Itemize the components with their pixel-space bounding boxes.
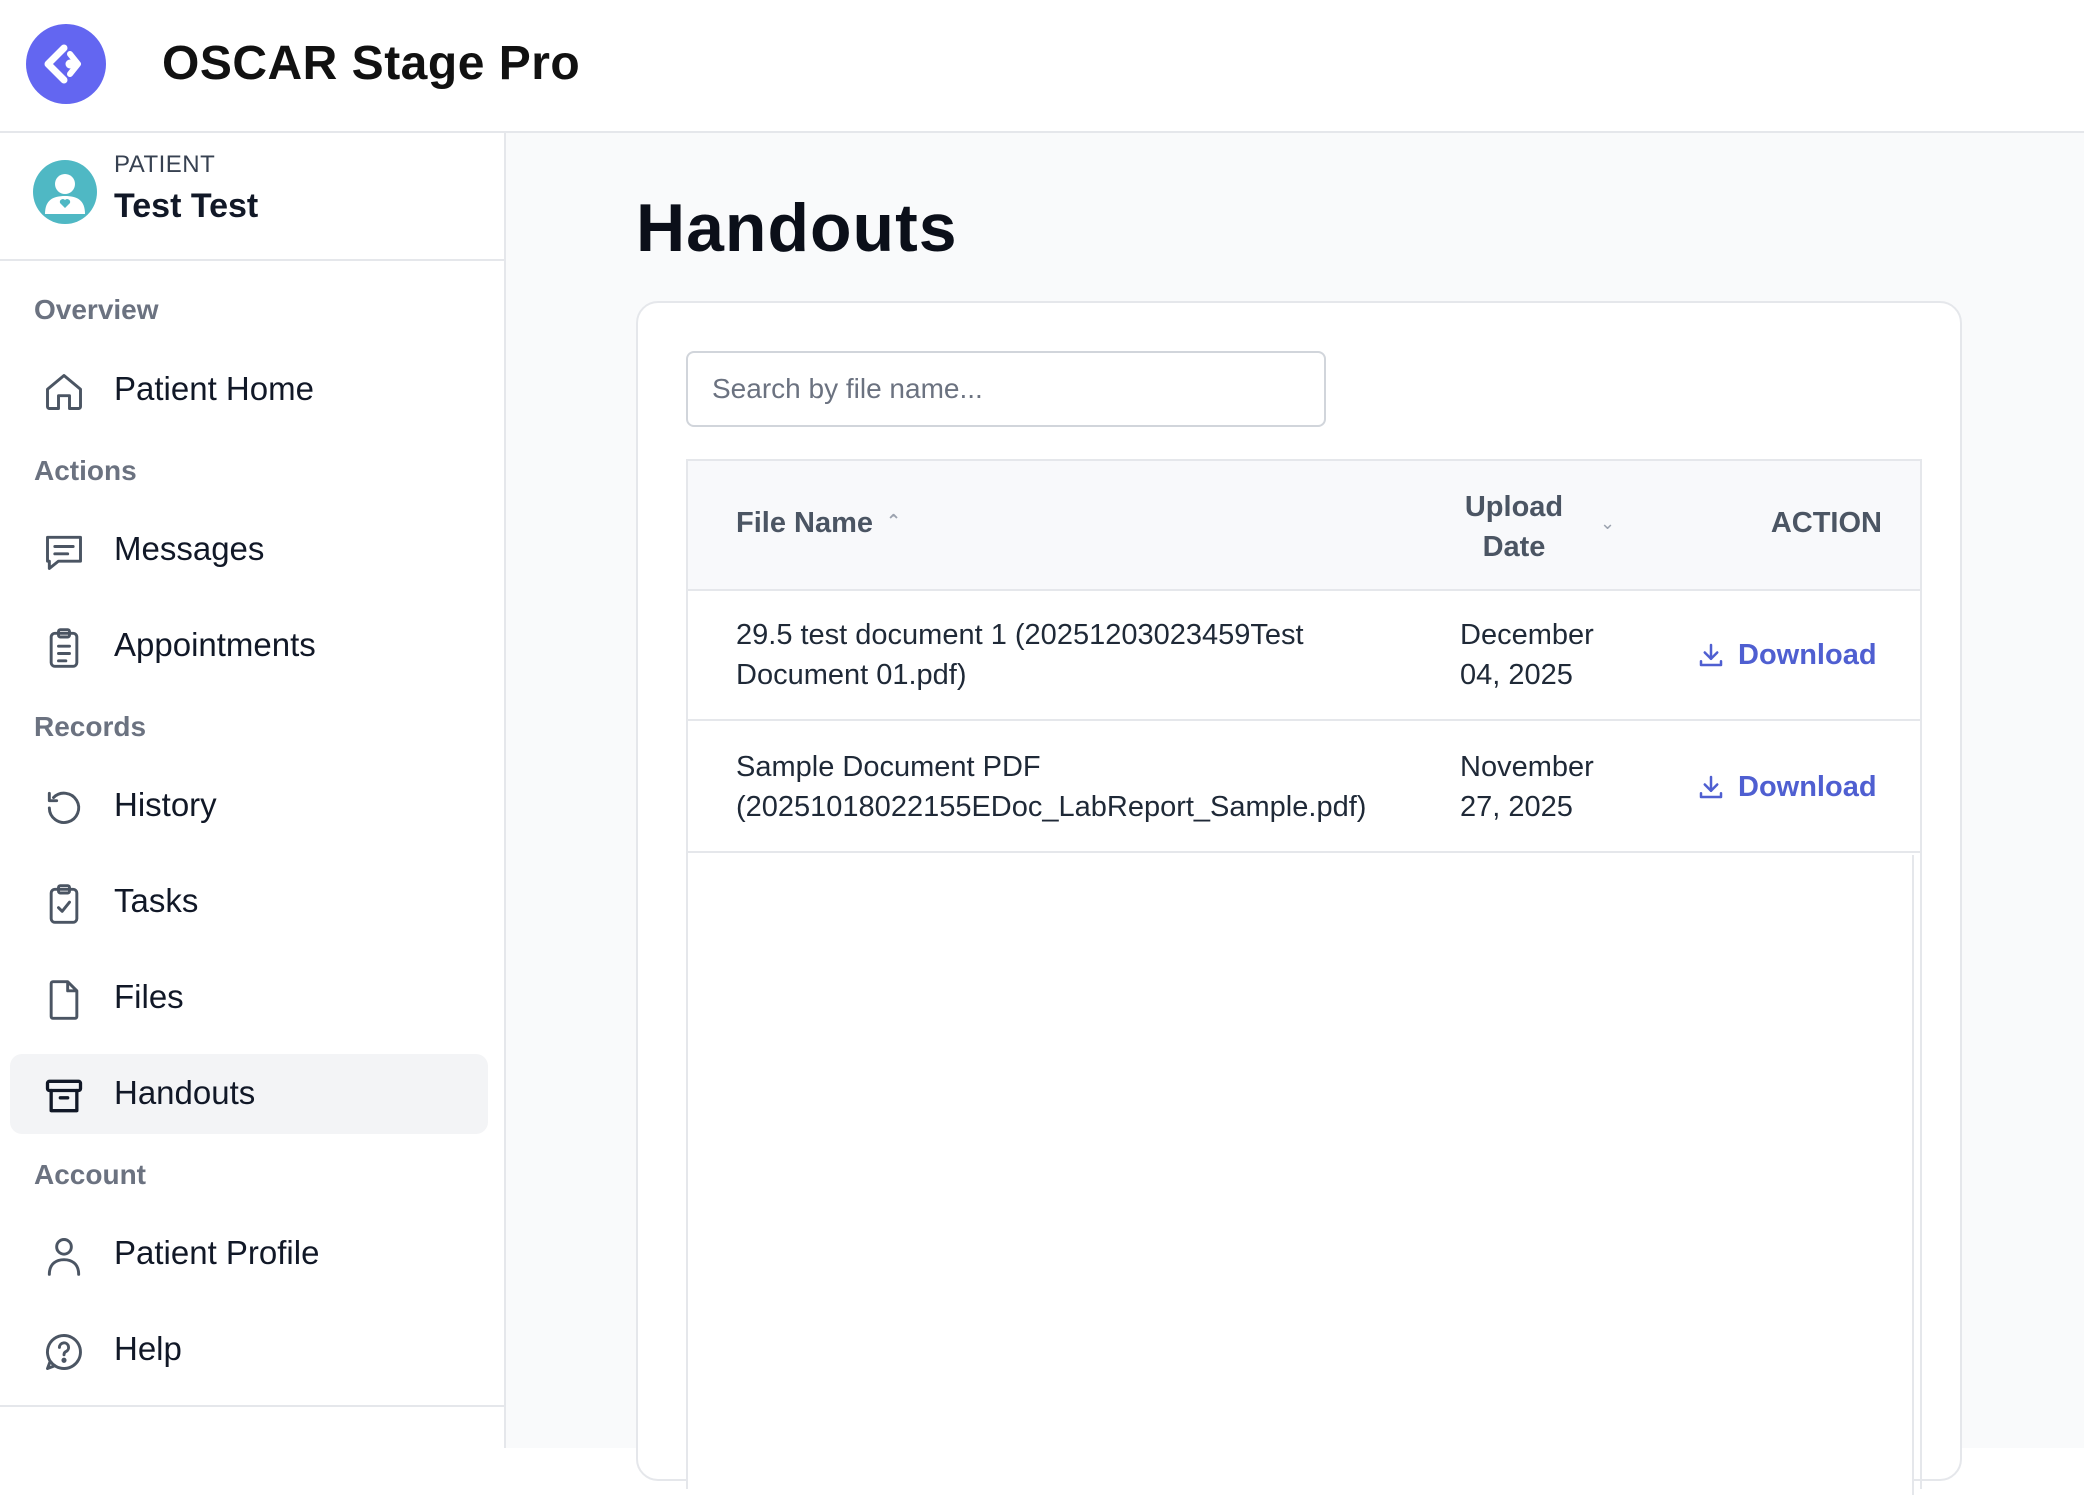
- archive-icon: [45, 1079, 83, 1113]
- sidebar-item-label: Appointments: [114, 626, 316, 663]
- table-row: Sample Document PDF (20251018022155EDoc_…: [688, 723, 1920, 853]
- table-row: 29.5 test document 1 (20251203023459Test…: [688, 591, 1920, 721]
- patient-header: PATIENT Test Test: [0, 133, 504, 261]
- download-label: Download: [1738, 770, 1877, 803]
- search-input[interactable]: [686, 351, 1326, 427]
- page-title: Handouts: [636, 190, 958, 266]
- sidebar-item-handouts[interactable]: Handouts: [10, 1054, 488, 1134]
- patient-avatar-icon: [33, 160, 97, 224]
- history-icon: [47, 791, 81, 824]
- sidebar-item-patient-home[interactable]: Patient Home: [10, 350, 488, 430]
- app-title: OSCAR Stage Pro: [162, 37, 581, 90]
- clipboard-check-icon: [49, 884, 79, 924]
- sidebar-item-label: Files: [114, 978, 184, 1015]
- sidebar-item-messages[interactable]: Messages: [10, 510, 488, 590]
- column-header-upload-date[interactable]: Upload Date: [1454, 487, 1574, 567]
- sidebar-item-files[interactable]: Files: [10, 958, 488, 1038]
- sidebar-item-label: Patient Home: [114, 370, 314, 407]
- sidebar-item-patient-profile[interactable]: Patient Profile: [10, 1214, 488, 1294]
- download-button[interactable]: Download: [1696, 635, 1877, 675]
- sidebar-item-label: Messages: [114, 530, 265, 567]
- sidebar-item-tasks[interactable]: Tasks: [10, 862, 488, 942]
- download-icon: [1699, 775, 1723, 799]
- app-logo-icon[interactable]: [26, 24, 106, 104]
- download-icon: [1699, 643, 1723, 667]
- column-header-label: Upload Date: [1464, 491, 1564, 563]
- help-icon: [45, 1334, 82, 1370]
- sort-asc-icon: ⌃: [886, 511, 902, 531]
- section-overview: Overview: [34, 294, 159, 325]
- file-name-cell: Sample Document PDF (20251018022155EDoc_…: [736, 751, 1367, 823]
- clipboard-list-icon: [49, 628, 79, 668]
- sort-desc-icon[interactable]: ⌄: [1600, 513, 1615, 534]
- handouts-card: File Name ⌃ Upload Date ⌄ ACTION 29.5 te…: [636, 301, 1962, 1495]
- download-button[interactable]: Download: [1696, 767, 1877, 807]
- file-name-cell: 29.5 test document 1 (20251203023459Test…: [736, 619, 1304, 691]
- sidebar: PATIENT Test Test Overview Patient Home …: [0, 133, 506, 1448]
- sidebar-item-label: Help: [114, 1330, 182, 1367]
- user-icon: [47, 1238, 81, 1276]
- column-header-action: ACTION: [1770, 507, 1882, 539]
- download-label: Download: [1738, 638, 1877, 671]
- table-header: File Name ⌃ Upload Date ⌄ ACTION: [688, 461, 1920, 591]
- sidebar-item-label: Tasks: [114, 882, 199, 919]
- upload-date-cell: November 27, 2025: [1460, 751, 1594, 823]
- handouts-table: File Name ⌃ Upload Date ⌄ ACTION 29.5 te…: [686, 459, 1922, 1495]
- section-actions: Actions: [34, 455, 137, 486]
- sidebar-item-label: Patient Profile: [114, 1234, 320, 1271]
- sidebar-item-label: History: [114, 786, 217, 823]
- table-empty-area: [688, 855, 1914, 1495]
- sidebar-divider: [0, 1405, 504, 1407]
- message-icon: [46, 535, 82, 570]
- section-account: Account: [34, 1159, 146, 1190]
- sidebar-item-help[interactable]: Help: [10, 1310, 488, 1390]
- patient-kicker: PATIENT: [114, 151, 216, 178]
- patient-name: Test Test: [114, 187, 259, 225]
- sidebar-item-appointments[interactable]: Appointments: [10, 606, 488, 686]
- home-icon: [46, 374, 82, 410]
- column-header-file-name[interactable]: File Name ⌃: [736, 507, 901, 540]
- top-bar: OSCAR Stage Pro: [0, 0, 2084, 133]
- sidebar-item-history[interactable]: History: [10, 766, 488, 846]
- file-icon: [49, 980, 79, 1020]
- main-content: Handouts File Name ⌃ Upload Date ⌄ ACTIO…: [506, 133, 2084, 1495]
- sidebar-item-label: Handouts: [114, 1074, 256, 1111]
- column-header-label: File Name: [736, 507, 873, 539]
- upload-date-cell: December 04, 2025: [1460, 619, 1594, 691]
- section-records: Records: [34, 711, 147, 742]
